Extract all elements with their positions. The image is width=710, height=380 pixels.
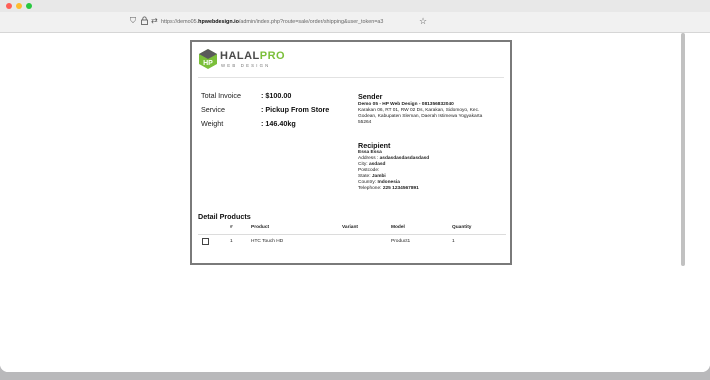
bookmark-star-icon[interactable]: ☆ (419, 16, 427, 26)
weight-value: : 146.40kg (261, 119, 296, 128)
title-bar (0, 0, 710, 12)
row-select-checkbox[interactable] (202, 238, 209, 245)
brand-tagline: WEB DESIGN (221, 63, 271, 68)
row-model: Product1 (391, 239, 411, 244)
close-window-button[interactable] (6, 3, 12, 9)
halalpro-logo-icon: HP (198, 48, 218, 75)
recipient-heading: Recipient (358, 141, 391, 150)
row-number: 1 (230, 239, 233, 244)
weight-label: Weight (201, 119, 224, 128)
lock-icon[interactable] (141, 16, 148, 28)
page-scrollbar[interactable] (681, 33, 685, 266)
row-product: HTC Touch HD (251, 239, 284, 244)
maximize-window-button[interactable] (26, 3, 32, 9)
service-value: : Pickup From Store (261, 105, 330, 114)
column-header-number: # (230, 225, 233, 230)
header-divider (198, 77, 504, 78)
sender-address-line3: 55264 (358, 120, 372, 125)
url-field[interactable]: https://demo05.hpwebdesign.io/admin/inde… (161, 17, 419, 27)
brand-name: HALALPRO (220, 50, 286, 62)
column-header-quantity: Quantity (452, 225, 472, 230)
shield-icon[interactable]: ⛉ (130, 16, 136, 26)
service-label: Service (201, 105, 225, 114)
table-header-divider (198, 234, 506, 235)
address-bar: ⛉ ⇄ https://demo05.hpwebdesign.io/admin/… (0, 12, 710, 33)
column-header-model: Model (391, 225, 405, 230)
minimize-window-button[interactable] (16, 3, 22, 9)
svg-text:HP: HP (203, 60, 213, 67)
browser-window: ⛉ ⇄ https://demo05.hpwebdesign.io/admin/… (0, 0, 710, 372)
recipient-telephone: Telephone: 225 1234567891 (358, 186, 419, 191)
total-invoice-label: Total Invoice (201, 91, 241, 100)
connection-info-icon[interactable]: ⇄ (151, 16, 158, 26)
shipping-label: HP HALALPRO WEB DESIGN Total Invoice : $… (190, 40, 512, 265)
sender-heading: Sender (358, 92, 383, 101)
row-quantity: 1 (452, 239, 455, 244)
column-header-product: Product (251, 225, 270, 230)
total-invoice-value: : $100.00 (261, 91, 292, 100)
detail-products-heading: Detail Products (198, 212, 251, 221)
column-header-variant: Variant (342, 225, 358, 230)
